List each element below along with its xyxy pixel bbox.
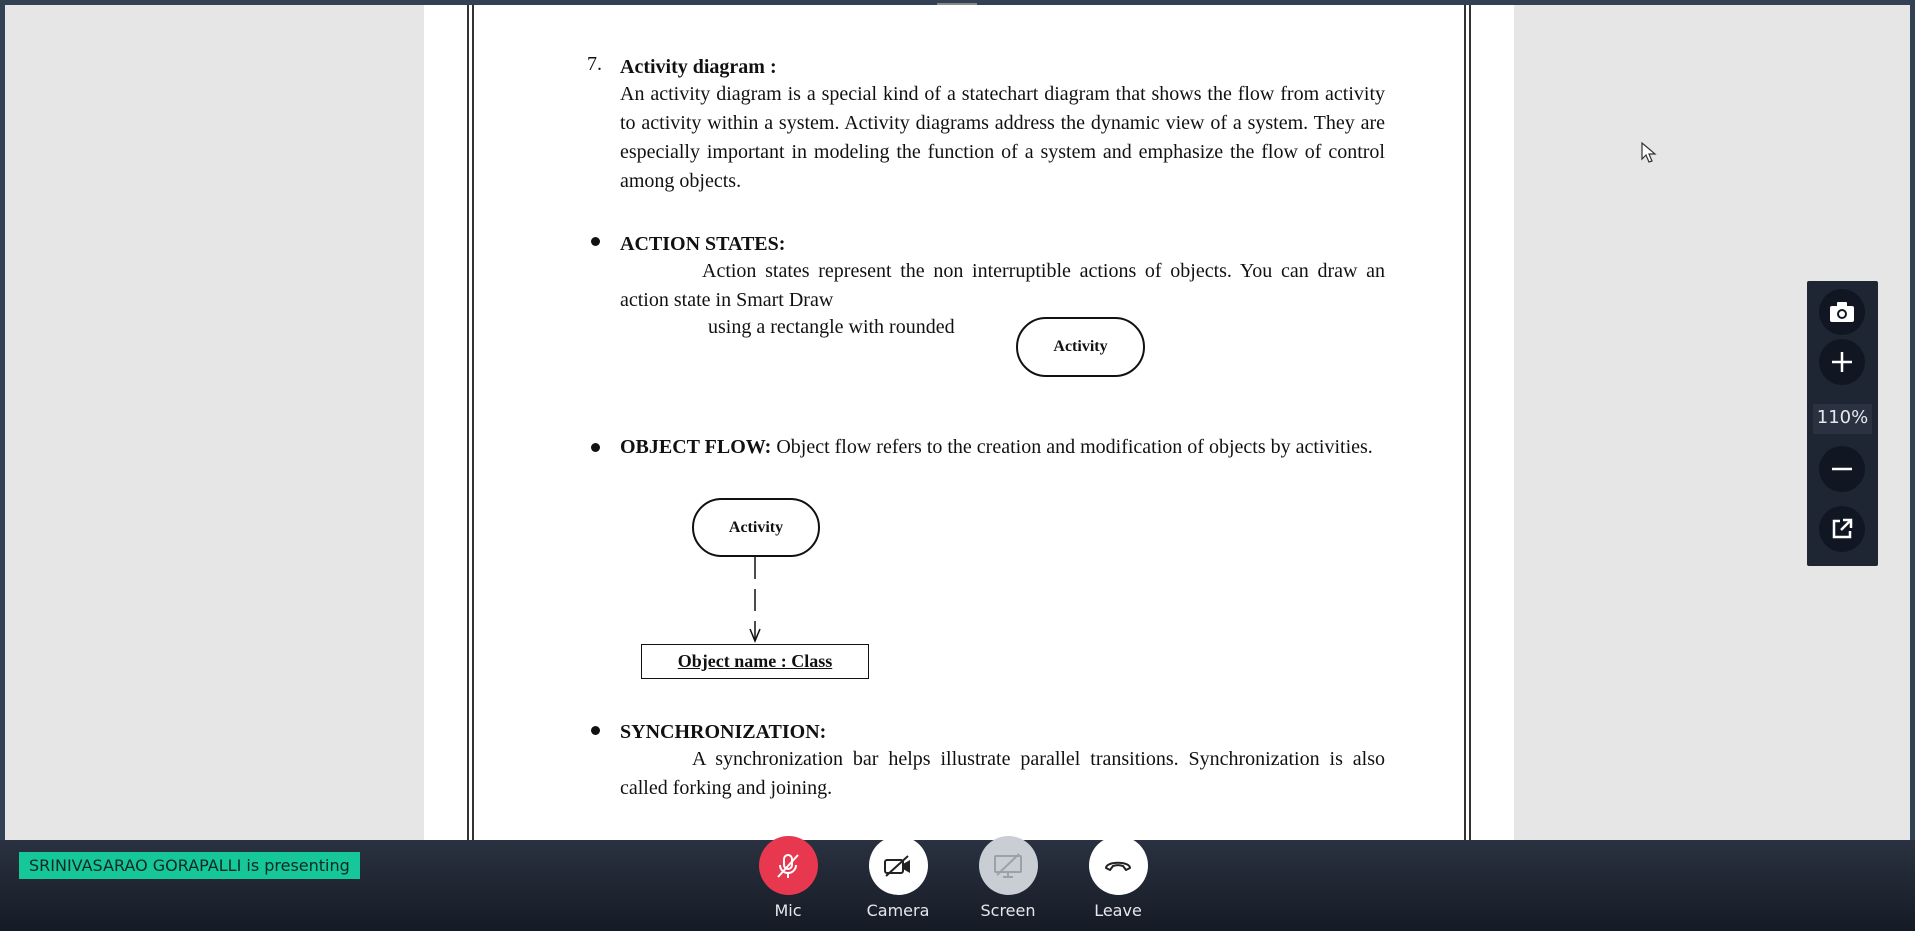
object-box: Object name : Class bbox=[641, 644, 869, 679]
screen-label: Screen bbox=[980, 901, 1036, 920]
mic-off-icon bbox=[777, 853, 799, 878]
mic-label: Mic bbox=[774, 901, 802, 920]
screen-button[interactable] bbox=[978, 836, 1038, 895]
camera-label: Camera bbox=[866, 901, 930, 920]
bullet-icon bbox=[591, 237, 600, 246]
body-object-flow: OBJECT FLOW: Object flow refers to the c… bbox=[620, 433, 1385, 462]
heading-object-flow: OBJECT FLOW: bbox=[620, 436, 772, 458]
minus-icon[interactable] bbox=[1819, 446, 1865, 492]
camera-button[interactable] bbox=[868, 836, 928, 895]
camera-control[interactable]: Camera bbox=[863, 836, 933, 920]
plus-icon[interactable] bbox=[1819, 339, 1865, 385]
mic-control[interactable]: Mic bbox=[753, 836, 823, 920]
camera-icon[interactable] bbox=[1819, 289, 1865, 335]
object-flow-text: Object flow refers to the creation and m… bbox=[771, 436, 1373, 458]
object-flow-activity: Activity bbox=[692, 498, 820, 557]
section-body-activity-diagram: An activity diagram is a special kind of… bbox=[620, 83, 1385, 192]
heading-action-states: ACTION STATES: bbox=[620, 233, 786, 255]
heading-synchronization: SYNCHRONIZATION: bbox=[620, 721, 827, 743]
screen-share-icon bbox=[994, 852, 1022, 878]
dashed-arrow-icon bbox=[749, 557, 761, 643]
bullet-icon bbox=[591, 443, 600, 452]
section-heading-activity-diagram: Activity diagram : bbox=[620, 56, 777, 78]
presenting-badge: SRINIVASARAO GORAPALLI is presenting bbox=[19, 852, 360, 879]
screen-control[interactable]: Screen bbox=[973, 836, 1043, 920]
leave-button[interactable] bbox=[1088, 836, 1148, 895]
leave-label: Leave bbox=[1094, 901, 1142, 920]
leave-control[interactable]: Leave bbox=[1083, 836, 1153, 920]
mic-button[interactable] bbox=[758, 836, 818, 895]
camera-off-icon bbox=[884, 854, 910, 877]
mouse-cursor-icon bbox=[1641, 142, 1657, 163]
body-action-states: Action states represent the non interrup… bbox=[620, 260, 1385, 311]
action-state-diagram: Activity bbox=[1016, 317, 1145, 377]
bullet-icon bbox=[591, 726, 600, 735]
zoom-toolbar: 110% bbox=[1807, 281, 1878, 566]
body-action-states-line2: using a rectangle with rounded bbox=[708, 316, 955, 338]
zoom-level: 110% bbox=[1816, 407, 1869, 428]
phone-hangup-icon bbox=[1105, 861, 1131, 871]
external-link-icon[interactable] bbox=[1819, 506, 1865, 552]
body-synchronization: A synchronization bar helps illustrate p… bbox=[620, 748, 1385, 799]
section-number: 7. bbox=[587, 53, 602, 75]
